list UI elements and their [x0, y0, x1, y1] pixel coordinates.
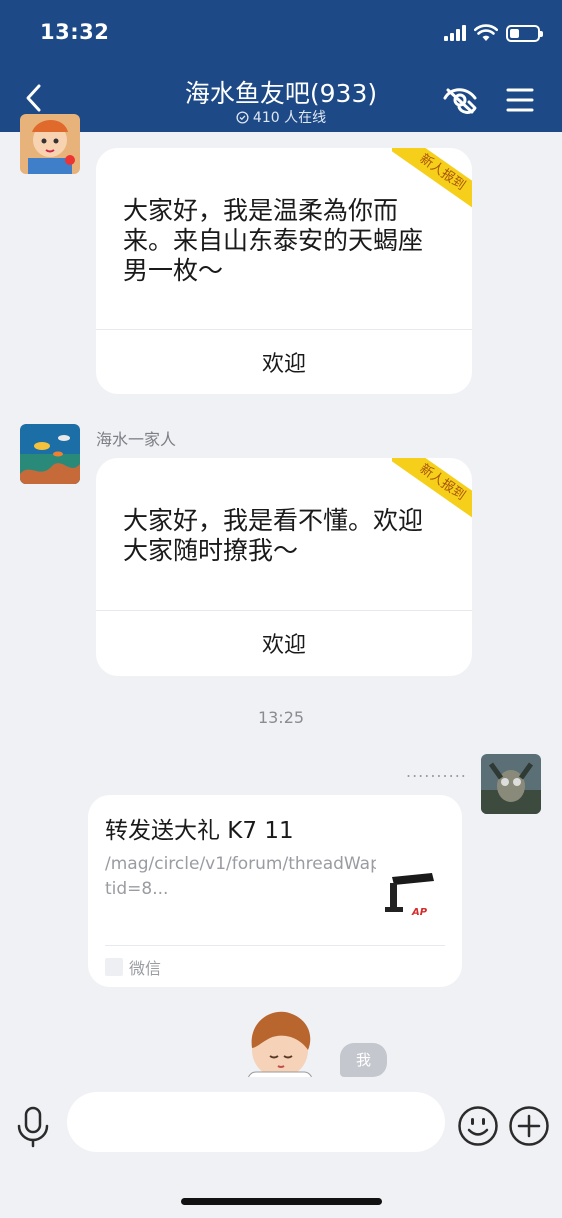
avatar[interactable]	[481, 754, 541, 814]
avatar[interactable]	[20, 114, 80, 174]
share-title: 转发送大礼 K7 11	[105, 818, 294, 844]
emoji-icon	[458, 1106, 498, 1146]
input-bar	[0, 1077, 562, 1218]
menu-button[interactable]	[500, 82, 540, 118]
menu-icon	[506, 88, 534, 112]
home-indicator[interactable]	[181, 1198, 382, 1205]
avatar[interactable]	[20, 424, 80, 484]
sticker-avatar[interactable]	[244, 1008, 316, 1077]
signal-icon	[444, 25, 466, 41]
welcome-button[interactable]: 欢迎	[96, 346, 472, 378]
check-circle-icon	[236, 110, 249, 124]
share-thumbnail: AP	[376, 855, 448, 927]
message-card: 新人报到 大家好，我是看不懂。欢迎大家随时撩我～ 欢迎	[96, 458, 472, 676]
voice-button[interactable]	[14, 1105, 52, 1149]
divider	[105, 945, 445, 946]
message-text: 大家好，我是温柔為你而来。来自山东泰安的天蝎座男一枚～	[123, 196, 424, 285]
sender-name: ..........	[406, 762, 467, 781]
divider	[96, 610, 472, 611]
share-card[interactable]: 转发送大礼 K7 11 /mag/circle/v1/forum/threadW…	[88, 795, 462, 987]
plus-icon	[509, 1106, 549, 1146]
sender-name: 海水一家人	[96, 430, 177, 449]
thumb-brand: AP	[412, 907, 428, 918]
me-badge: 我	[340, 1043, 387, 1077]
more-button[interactable]	[508, 1105, 550, 1147]
message-card: 新人报到 大家好，我是温柔為你而来。来自山东泰安的天蝎座男一枚～ 欢迎	[96, 148, 472, 394]
status-icons	[444, 24, 543, 42]
online-count-label: 410 人在线	[252, 110, 327, 126]
timestamp: 13:25	[257, 708, 305, 727]
hide-button[interactable]	[440, 82, 480, 118]
microphone-icon	[17, 1106, 49, 1148]
message-input[interactable]	[67, 1092, 445, 1152]
emoji-button[interactable]	[457, 1105, 499, 1147]
source-icon	[105, 958, 123, 976]
wifi-icon	[474, 24, 498, 41]
message-text: 大家好，我是看不懂。欢迎大家随时撩我～	[123, 506, 424, 565]
welcome-button[interactable]: 欢迎	[96, 627, 472, 659]
header-bar: 13:32 海水鱼友吧(933) 410 人在线	[0, 0, 562, 132]
source-label: 微信	[129, 959, 162, 978]
eye-off-hand-icon	[443, 88, 477, 114]
share-source: 微信	[105, 955, 161, 979]
status-time: 13:32	[40, 20, 110, 44]
battery-icon	[506, 24, 543, 42]
share-url: /mag/circle/v1/forum/threadWapPage?tid=8…	[105, 854, 432, 899]
divider	[96, 329, 472, 330]
